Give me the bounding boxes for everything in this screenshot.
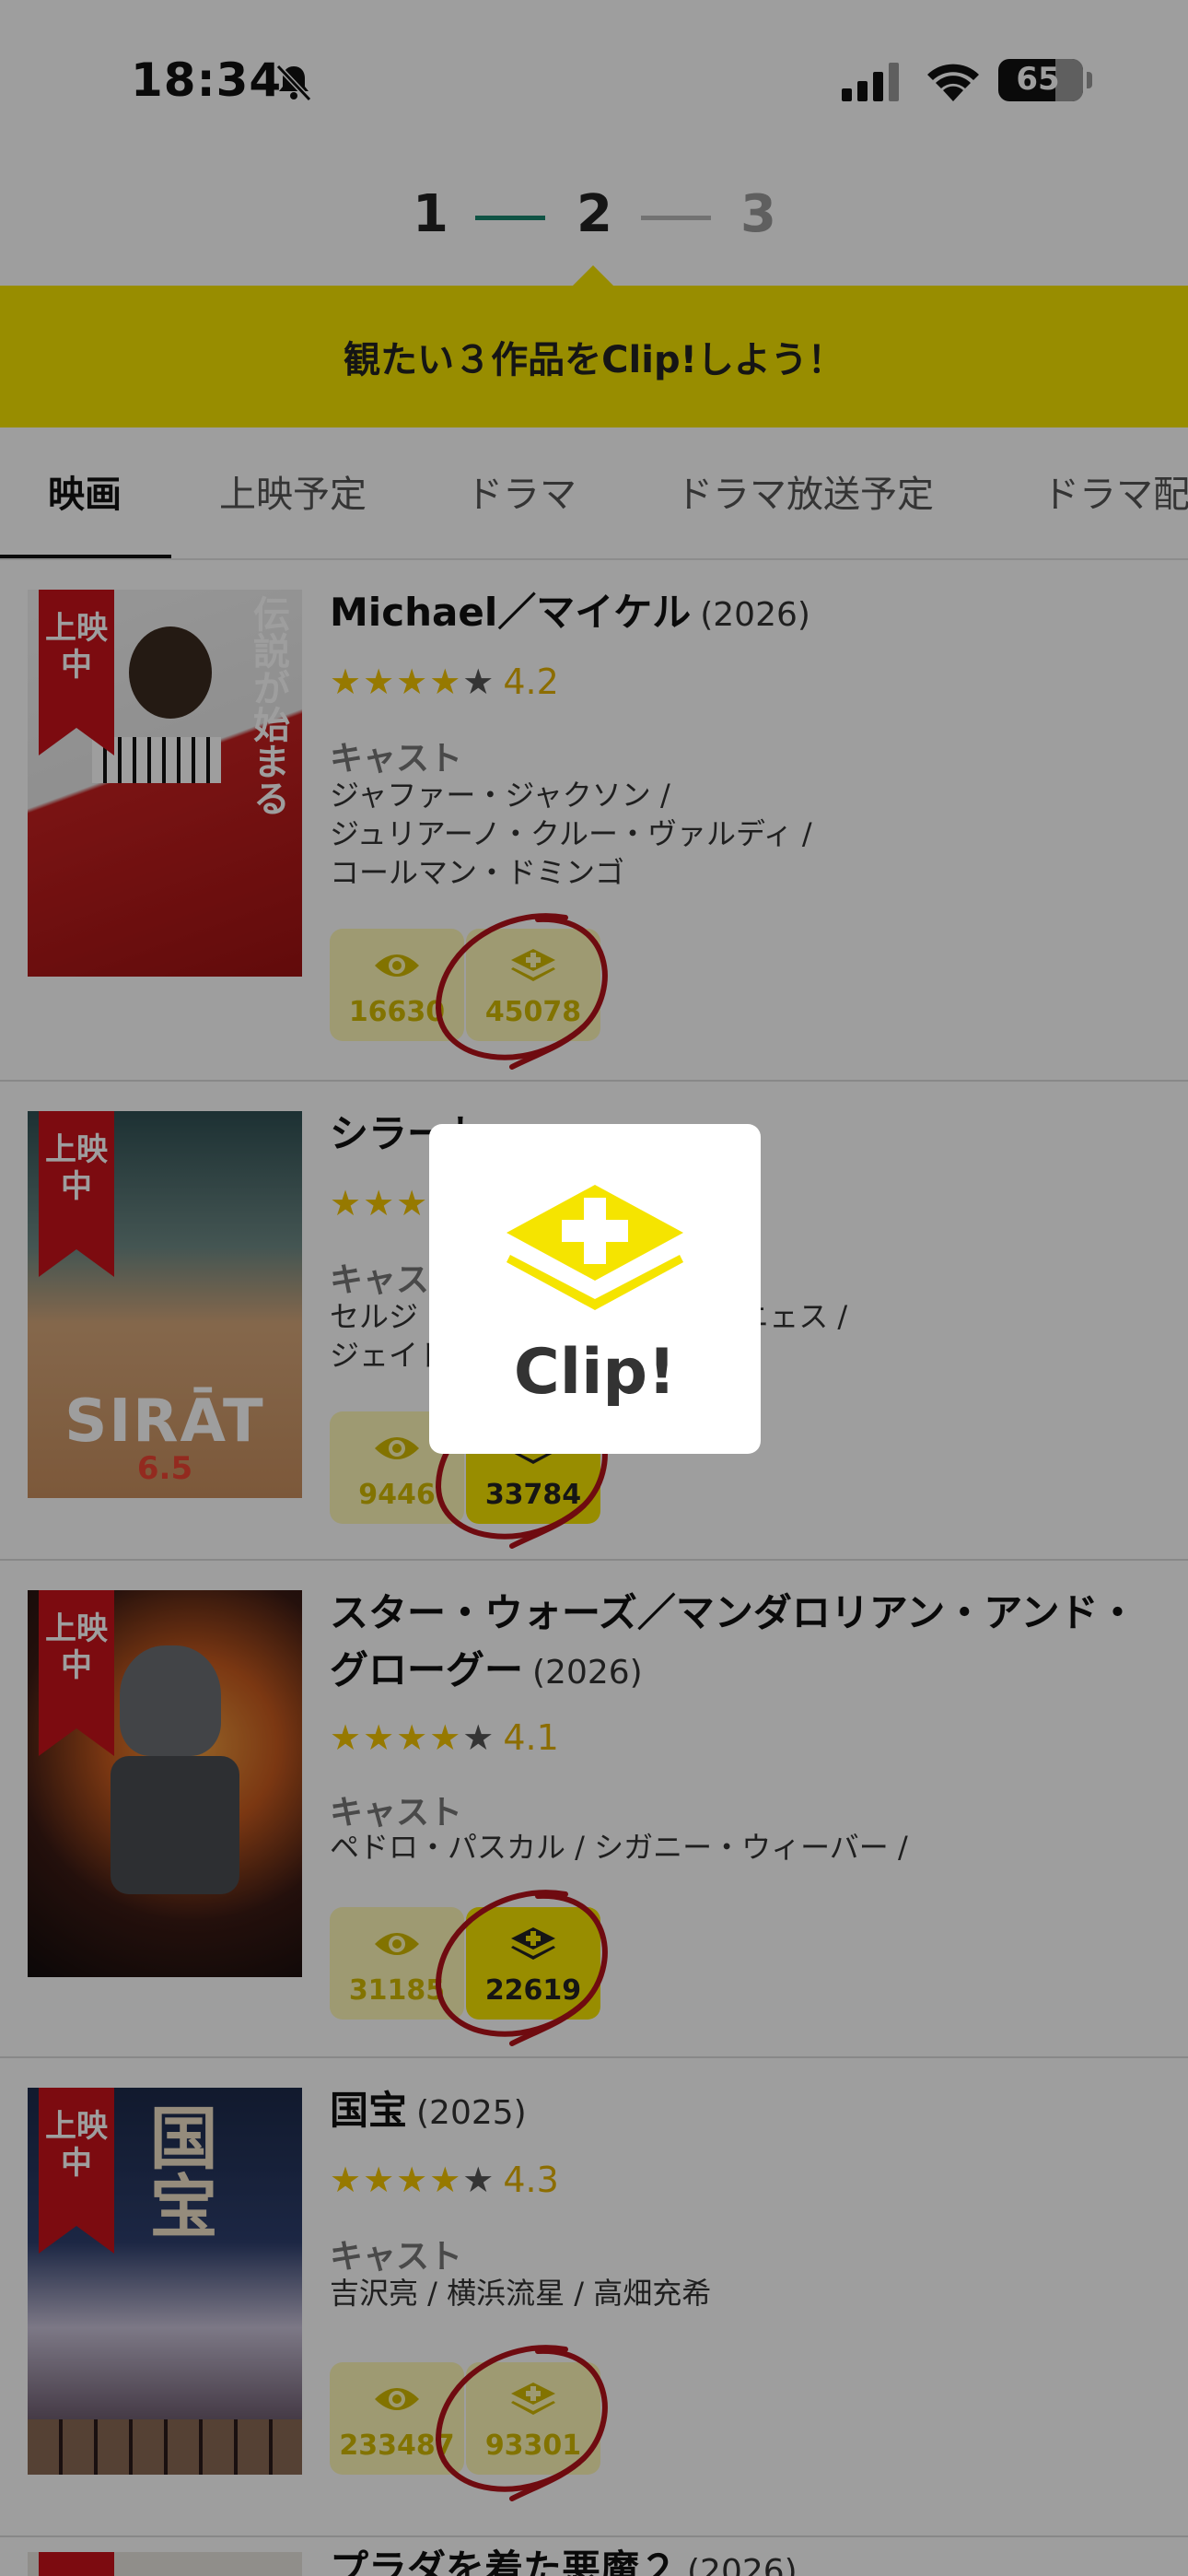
clip-confirmation-popup: Clip! <box>429 1124 761 1454</box>
clip-label: Clip! <box>513 1336 677 1409</box>
clip-layers-icon <box>507 1185 683 1310</box>
